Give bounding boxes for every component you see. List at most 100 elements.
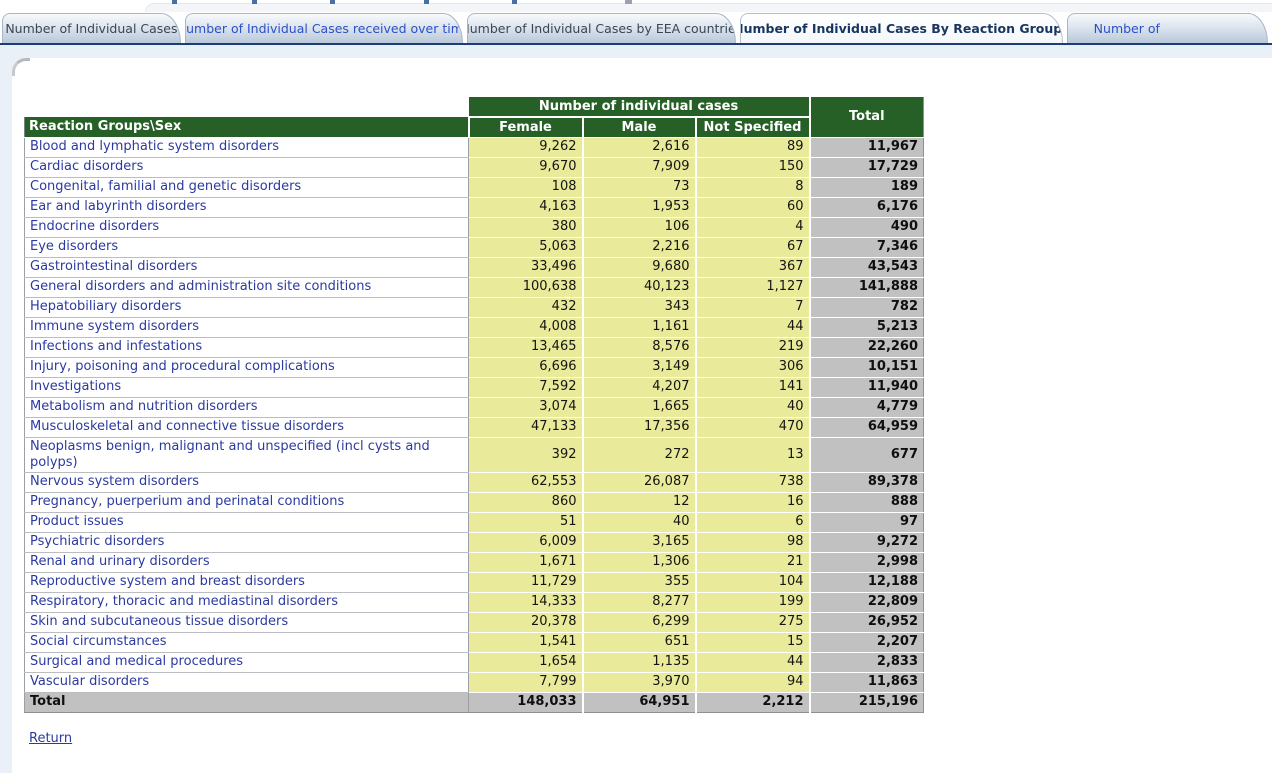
cropped-panel-remnant	[145, 3, 1272, 12]
reaction-group-link[interactable]: Psychiatric disorders	[25, 532, 469, 552]
reaction-group-link[interactable]: Hepatobiliary disorders	[25, 297, 469, 317]
table-row: Endocrine disorders3801064490	[25, 217, 924, 237]
table-row: Product issues5140697	[25, 512, 924, 532]
table-row: Renal and urinary disorders1,6711,306212…	[25, 552, 924, 572]
reaction-group-link[interactable]: Social circumstances	[25, 632, 469, 652]
reaction-group-link[interactable]: Gastrointestinal disorders	[25, 257, 469, 277]
row-total: 888	[810, 492, 924, 512]
reaction-group-link[interactable]: Eye disorders	[25, 237, 469, 257]
row-total: 677	[810, 437, 924, 472]
cropped-text-remnant	[330, 0, 335, 4]
reaction-group-link[interactable]: General disorders and administration sit…	[25, 277, 469, 297]
row-total: 189	[810, 177, 924, 197]
male-count: 9,680	[583, 257, 696, 277]
row-total: 6,176	[810, 197, 924, 217]
table-row: Metabolism and nutrition disorders3,0741…	[25, 397, 924, 417]
reaction-group-link[interactable]: Endocrine disorders	[25, 217, 469, 237]
reaction-group-link[interactable]: Investigations	[25, 377, 469, 397]
total-row: Total 148,033 64,951 2,212 215,196	[25, 692, 924, 712]
row-total: 17,729	[810, 157, 924, 177]
reaction-group-link[interactable]: Pregnancy, puerperium and perinatal cond…	[25, 492, 469, 512]
reaction-group-link[interactable]: Surgical and medical procedures	[25, 652, 469, 672]
reaction-group-link[interactable]: Respiratory, thoracic and mediastinal di…	[25, 592, 469, 612]
table-row: Pregnancy, puerperium and perinatal cond…	[25, 492, 924, 512]
group-header-cell: Number of individual cases	[469, 97, 810, 117]
table-row: Neoplasms benign, malignant and unspecif…	[25, 437, 924, 472]
reaction-group-link[interactable]: Skin and subcutaneous tissue disorders	[25, 612, 469, 632]
reaction-group-link[interactable]: Congenital, familial and genetic disorde…	[25, 177, 469, 197]
table-row: Congenital, familial and genetic disorde…	[25, 177, 924, 197]
male-count: 1,306	[583, 552, 696, 572]
female-count: 6,009	[469, 532, 583, 552]
reaction-group-link[interactable]: Product issues	[25, 512, 469, 532]
female-count: 1,671	[469, 552, 583, 572]
female-count: 11,729	[469, 572, 583, 592]
male-count: 106	[583, 217, 696, 237]
return-link[interactable]: Return	[29, 731, 72, 746]
table-row: Skin and subcutaneous tissue disorders20…	[25, 612, 924, 632]
row-total: 43,543	[810, 257, 924, 277]
tab-cases-received-over-time[interactable]: Number of Individual Cases received over…	[185, 13, 463, 43]
tab-cases-by-eea-countries[interactable]: Number of Individual Cases by EEA countr…	[467, 13, 737, 43]
male-count: 6,299	[583, 612, 696, 632]
reaction-group-link[interactable]: Neoplasms benign, malignant and unspecif…	[25, 437, 469, 472]
not-specified-count: 15	[696, 632, 810, 652]
tab-clipped-right[interactable]: Number of	[1067, 13, 1268, 43]
reaction-group-link[interactable]: Nervous system disorders	[25, 472, 469, 492]
reaction-group-link[interactable]: Vascular disorders	[25, 672, 469, 692]
panel-corner-arc	[12, 58, 30, 76]
not-specified-count: 150	[696, 157, 810, 177]
row-total: 5,213	[810, 317, 924, 337]
female-count: 100,638	[469, 277, 583, 297]
reaction-group-link[interactable]: Infections and infestations	[25, 337, 469, 357]
male-count: 12	[583, 492, 696, 512]
reaction-group-link[interactable]: Metabolism and nutrition disorders	[25, 397, 469, 417]
female-count: 7,592	[469, 377, 583, 397]
row-total: 490	[810, 217, 924, 237]
reaction-group-link[interactable]: Blood and lymphatic system disorders	[25, 137, 469, 157]
male-count: 3,165	[583, 532, 696, 552]
row-total: 7,346	[810, 237, 924, 257]
male-count: 73	[583, 177, 696, 197]
table-row: Vascular disorders7,7993,9709411,863	[25, 672, 924, 692]
table-row: Musculoskeletal and connective tissue di…	[25, 417, 924, 437]
male-count: 3,149	[583, 357, 696, 377]
not-specified-count: 8	[696, 177, 810, 197]
male-count: 2,616	[583, 137, 696, 157]
total-female-count: 148,033	[469, 692, 583, 712]
not-specified-count: 275	[696, 612, 810, 632]
not-specified-count: 40	[696, 397, 810, 417]
female-count: 9,670	[469, 157, 583, 177]
reaction-group-link[interactable]: Reproductive system and breast disorders	[25, 572, 469, 592]
reaction-group-link[interactable]: Cardiac disorders	[25, 157, 469, 177]
male-count: 1,135	[583, 652, 696, 672]
female-count: 14,333	[469, 592, 583, 612]
not-specified-count: 7	[696, 297, 810, 317]
tab-cases-by-reaction-groups[interactable]: Number of Individual Cases By Reaction G…	[740, 13, 1063, 43]
row-total: 4,779	[810, 397, 924, 417]
reaction-group-link[interactable]: Immune system disorders	[25, 317, 469, 337]
reaction-group-link[interactable]: Musculoskeletal and connective tissue di…	[25, 417, 469, 437]
row-total: 22,260	[810, 337, 924, 357]
row-total: 141,888	[810, 277, 924, 297]
reaction-group-link[interactable]: Injury, poisoning and procedural complic…	[25, 357, 469, 377]
table-row: Cardiac disorders9,6707,90915017,729	[25, 157, 924, 177]
reaction-group-link[interactable]: Renal and urinary disorders	[25, 552, 469, 572]
cropped-text-remnant	[252, 0, 257, 4]
tab-number-of-individual-cases[interactable]: Number of Individual Cases	[2, 13, 181, 43]
row-total: 89,378	[810, 472, 924, 492]
total-column-header: Total	[810, 97, 924, 137]
not-specified-count: 44	[696, 317, 810, 337]
row-total: 9,272	[810, 532, 924, 552]
column-header-not-specified: Not Specified	[696, 117, 810, 137]
report-panel: Number of individual cases Total Reactio…	[12, 58, 1272, 773]
content-area: Number of individual cases Total Reactio…	[0, 45, 1272, 773]
female-count: 392	[469, 437, 583, 472]
table-row: Hepatobiliary disorders4323437782	[25, 297, 924, 317]
male-count: 40,123	[583, 277, 696, 297]
row-total: 11,940	[810, 377, 924, 397]
table-row: Gastrointestinal disorders33,4969,680367…	[25, 257, 924, 277]
row-total: 2,998	[810, 552, 924, 572]
row-total: 26,952	[810, 612, 924, 632]
reaction-group-link[interactable]: Ear and labyrinth disorders	[25, 197, 469, 217]
